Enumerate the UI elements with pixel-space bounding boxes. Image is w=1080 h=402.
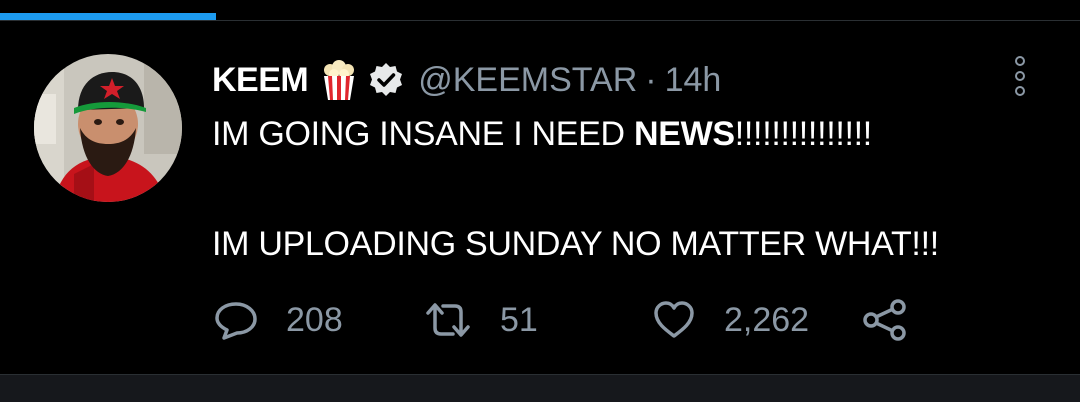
tweet-text-segment: IM GOING INSANE I NEED xyxy=(212,115,634,153)
heart-icon xyxy=(654,301,694,338)
loading-progress-bar xyxy=(0,13,216,20)
share-button[interactable] xyxy=(862,298,908,342)
avatar[interactable] xyxy=(34,54,182,202)
tweet-text-line: IM UPLOADING SUNDAY NO MATTER WHAT!!! xyxy=(212,222,1062,266)
tweet-actions: 208 51 2,262 xyxy=(214,298,1044,342)
speech-bubble-icon xyxy=(215,302,257,340)
more-vertical-icon[interactable] xyxy=(1005,52,1035,100)
tweet-header: KEEM @KEEMSTAR · 14h xyxy=(212,58,721,102)
bottom-divider xyxy=(0,374,1080,402)
verified-badge-icon xyxy=(368,62,404,98)
share-icon xyxy=(863,299,906,341)
retweet-icon xyxy=(426,303,470,337)
more-dot xyxy=(1015,86,1025,96)
tweet-text: IM GOING INSANE I NEED NEWS!!!!!!!!!!!!!… xyxy=(212,112,1062,266)
tweet-timestamp[interactable]: 14h xyxy=(665,61,722,100)
top-bar xyxy=(0,0,1080,21)
reply-count: 208 xyxy=(286,300,343,339)
more-dot xyxy=(1015,71,1025,81)
like-count: 2,262 xyxy=(724,300,810,339)
avatar-image xyxy=(34,54,182,202)
tweet-text-bold: NEWS xyxy=(633,115,735,153)
retweet-count: 51 xyxy=(500,300,538,339)
separator-dot: · xyxy=(645,60,657,99)
tweet-text-line: IM GOING INSANE I NEED NEWS!!!!!!!!!!!!!… xyxy=(212,112,1062,156)
reply-button[interactable]: 208 xyxy=(214,298,343,342)
more-dot xyxy=(1015,56,1025,66)
retweet-button[interactable]: 51 xyxy=(424,298,538,342)
tweet-text-segment: IM UPLOADING SUNDAY NO MATTER WHAT!!! xyxy=(212,225,939,263)
author-handle[interactable]: @KEEMSTAR xyxy=(418,61,637,100)
like-button[interactable]: 2,262 xyxy=(652,298,809,342)
author-name[interactable]: KEEM xyxy=(212,61,309,100)
popcorn-icon xyxy=(320,60,358,100)
tweet-text-segment: !!!!!!!!!!!!!!! xyxy=(734,115,873,153)
